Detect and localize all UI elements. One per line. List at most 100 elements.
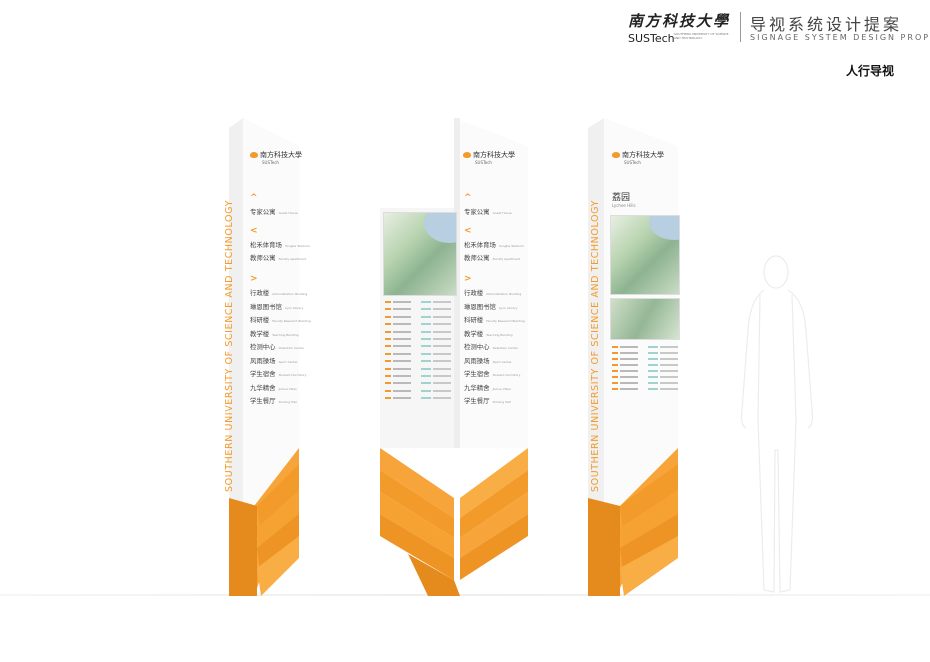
destination-name-en: Teaching Building — [486, 332, 513, 337]
legend-line — [385, 330, 391, 333]
destination-name-cn: 教学楼 — [250, 329, 270, 338]
destination-name-cn: 松禾体育场 — [464, 241, 496, 249]
legend-line — [433, 323, 451, 326]
destination-item: 检测中心 Detection Center — [464, 342, 518, 351]
legend-line — [620, 352, 638, 354]
legend-line — [433, 389, 451, 392]
destination-name-en: Jiuhua Villas — [278, 386, 297, 391]
university-emblem-icon — [463, 152, 471, 158]
destination-name-cn: 专家公寓 — [250, 208, 276, 216]
legend-line — [660, 376, 678, 378]
destination-item: 行政楼 Administration Building — [250, 288, 307, 297]
destination-name-en: Dinning Hall — [492, 400, 511, 404]
sign-left-logo-cn: 南方科技大學 — [260, 151, 302, 159]
sign-right-logo: 南方科技大學 — [612, 150, 664, 160]
legend-line — [612, 358, 618, 360]
legend-line — [612, 376, 618, 378]
legend-line — [648, 376, 658, 378]
destination-name-cn: 行政楼 — [464, 289, 484, 297]
destination-item: 教学楼 Teaching Building — [250, 329, 299, 338]
legend-line — [648, 370, 658, 372]
destination-name-en: Detection Center — [278, 346, 305, 350]
direction-arrow-icon: < — [464, 226, 472, 236]
destination-name-cn: 检测中心 — [464, 343, 490, 351]
destination-item: 琳恩图书馆 Lynn Library — [250, 302, 303, 311]
destination-name-en: Guest House — [492, 211, 512, 215]
legend-line — [393, 301, 411, 303]
sign-left-logo-en: SUSTech — [262, 160, 279, 165]
legend-line — [660, 388, 678, 390]
destination-name-en: Administration Building — [272, 292, 308, 296]
legend-line — [612, 388, 618, 390]
legend-line — [433, 360, 451, 363]
sign-middle-map — [383, 212, 457, 296]
destination-item: 风雨操场 Sport Center — [250, 356, 298, 365]
legend-line — [433, 308, 451, 311]
legend-line — [385, 352, 391, 355]
legend-line — [433, 338, 451, 340]
direction-arrow-icon: > — [250, 274, 258, 284]
legend-line — [620, 382, 638, 384]
destination-name-en: Faculty Research Building — [272, 319, 311, 323]
destination-name-cn: 风雨操场 — [250, 356, 276, 365]
destination-name-en: Student Dormitory — [492, 373, 521, 377]
destination-item: 教学楼 Teaching Building — [464, 329, 513, 338]
destination-item: 松禾体育场 Songhe Stadium — [464, 240, 524, 249]
sign-left-vertical-text: SOUTHERN UNIVERSITY OF SCIENCE AND TECHN… — [224, 200, 235, 492]
map-water — [649, 216, 679, 240]
legend-line — [393, 315, 411, 318]
direction-arrow-icon: ^ — [464, 193, 472, 203]
destination-name-cn: 学生宿舍 — [250, 370, 276, 378]
legend-line — [612, 352, 618, 354]
legend-line — [393, 367, 411, 370]
sign-right-place-name-en: Lychee Hills — [612, 203, 636, 208]
brand-chinese-name: 南方科技大學 — [628, 12, 731, 30]
legend-line — [421, 389, 431, 392]
legend-line — [393, 338, 411, 340]
destination-name-cn: 专家公寓 — [464, 208, 490, 216]
legend-line — [421, 323, 431, 326]
proposal-title-en: SIGNAGE SYSTEM DESIGN PROPOSAL — [750, 33, 930, 42]
destination-name-en: Faculty Apartment — [278, 257, 307, 261]
legend-line — [421, 338, 431, 340]
legend-line — [433, 315, 451, 318]
legend-line — [393, 308, 411, 311]
map-water — [424, 213, 456, 243]
legend-line — [612, 370, 618, 372]
legend-line — [385, 308, 391, 311]
legend-line — [385, 315, 391, 318]
destination-name-cn: 检测中心 — [250, 343, 276, 351]
direction-arrow-icon: < — [250, 226, 258, 236]
section-title: 人行导视 — [846, 64, 895, 78]
destination-name-cn: 学生宿舍 — [464, 370, 490, 378]
destination-item: 风雨操场 Sport Center — [464, 356, 512, 365]
person-silhouette-icon — [740, 255, 814, 593]
sign-right-place-name: 荔园 — [612, 193, 631, 203]
legend-line — [385, 323, 391, 326]
destination-name-en: Jiuhua Villas — [492, 386, 511, 391]
legend-line — [385, 301, 391, 303]
destination-name-cn: 学生餐厅 — [464, 397, 490, 405]
legend-line — [421, 360, 431, 363]
legend-line — [421, 367, 431, 370]
destination-name-en: Guest House — [278, 211, 298, 215]
destination-name-en: Lynn Library — [498, 305, 518, 310]
legend-line — [421, 301, 431, 303]
destination-item: 教师公寓 Faculty Apartment — [464, 253, 520, 262]
legend-line — [620, 358, 638, 360]
destination-item: 专家公寓 Guest House — [464, 207, 512, 216]
legend-line — [421, 352, 431, 355]
legend-line — [421, 330, 431, 333]
destination-item: 专家公寓 Guest House — [250, 207, 298, 216]
legend-line — [385, 338, 391, 340]
legend-line — [421, 382, 431, 385]
destination-name-cn: 风雨操场 — [464, 356, 490, 365]
legend-line — [648, 352, 658, 354]
legend-line — [433, 345, 451, 348]
destination-item: 九华精舍 Jiuhua Villas — [250, 383, 297, 392]
legend-line — [421, 308, 431, 311]
legend-line — [385, 360, 391, 363]
sign-left-logo: 南方科技大學 — [250, 150, 302, 160]
header-divider — [740, 12, 741, 42]
legend-line — [393, 360, 411, 363]
